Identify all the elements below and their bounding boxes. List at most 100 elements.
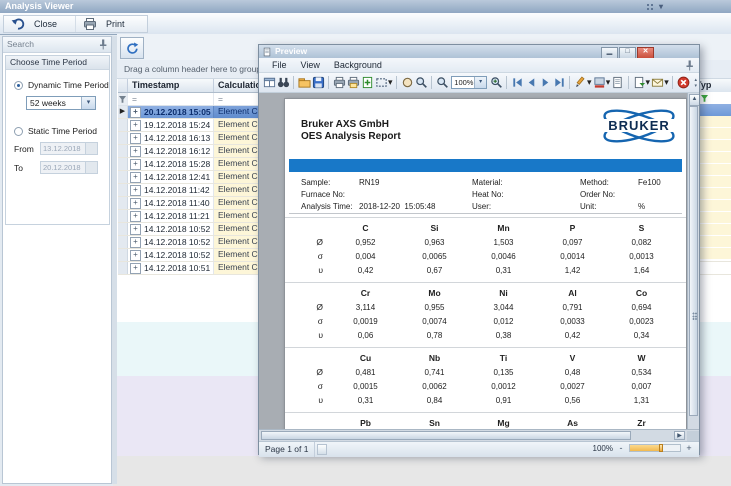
horizontal-scrollbar[interactable]: ▶ [259, 429, 699, 441]
zoom-out-button[interactable]: - [617, 443, 625, 453]
zoom-combo[interactable]: 100% ▾ [451, 76, 487, 89]
expand-icon[interactable] [130, 133, 141, 144]
timestamp-cell[interactable]: 14.12.2018 16:13 [128, 132, 214, 144]
print-button[interactable] [332, 75, 346, 90]
magnifier-icon [415, 76, 428, 89]
chevron-down-icon[interactable]: ▾ [474, 77, 486, 88]
menu-item[interactable]: Background [327, 58, 389, 72]
element-symbol: Mg [469, 418, 538, 428]
last-page-button[interactable] [552, 75, 566, 90]
scrollbar-thumb[interactable] [689, 106, 698, 416]
menu-item[interactable]: View [294, 58, 327, 72]
columns-icon [263, 76, 276, 89]
scale-button[interactable]: ▾ [374, 75, 393, 90]
element-value: 0,955 [400, 303, 469, 312]
element-value: 0,42 [331, 266, 400, 275]
zoom-in-button[interactable]: + [685, 443, 693, 453]
timestamp-cell[interactable]: 20.12.2018 15:05 [128, 106, 214, 118]
element-symbol: Pb [331, 418, 400, 428]
preview-titlebar[interactable]: Preview ▁ □ ✕ [259, 45, 699, 58]
expand-icon[interactable] [130, 237, 141, 248]
static-time-period-option[interactable]: Static Time Period [14, 126, 109, 136]
pin-icon[interactable] [98, 39, 108, 50]
hand-tool-button[interactable] [400, 75, 414, 90]
radio-selected-icon[interactable] [14, 81, 23, 90]
page-setup-button[interactable] [360, 75, 374, 90]
export-button[interactable]: ▾ [632, 75, 651, 90]
from-date-row: From 13.12.2018 [14, 142, 109, 155]
magnifier-button[interactable] [414, 75, 428, 90]
toolbar-overflow-button[interactable]: ▴▾ [692, 75, 699, 90]
vertical-scrollbar[interactable]: ▲ [687, 93, 699, 429]
background-color-button[interactable]: ▾ [592, 75, 611, 90]
from-date-field[interactable]: 13.12.2018 [40, 142, 98, 155]
expand-icon[interactable] [130, 172, 141, 183]
filter-funnel-icon[interactable] [118, 93, 128, 105]
refresh-button[interactable] [120, 37, 144, 59]
radio-unselected-icon[interactable] [14, 127, 23, 136]
next-page-button[interactable] [538, 75, 552, 90]
panel-splitter[interactable] [112, 36, 117, 484]
expand-icon[interactable] [130, 198, 141, 209]
save-button[interactable] [311, 75, 325, 90]
page-layout-button[interactable] [262, 75, 276, 90]
expand-icon[interactable] [130, 120, 141, 131]
timestamp-cell[interactable]: 14.12.2018 10:52 [128, 249, 214, 261]
previous-page-button[interactable] [524, 75, 538, 90]
zoom-slider[interactable] [629, 444, 681, 452]
stat-label: υ [285, 330, 331, 340]
toolbar-options[interactable]: ▾ [646, 1, 663, 12]
calendar-button[interactable] [85, 143, 97, 154]
close-button[interactable]: Close [4, 16, 75, 32]
pin-icon[interactable] [685, 60, 694, 71]
page-view-button[interactable] [611, 75, 625, 90]
scrollbar-thumb[interactable] [261, 431, 631, 440]
zoom-slider-knob[interactable] [659, 444, 663, 452]
zoom-in-button[interactable] [489, 75, 503, 90]
expand-icon[interactable] [130, 211, 141, 222]
expand-icon[interactable] [130, 146, 141, 157]
print-button[interactable]: Print [75, 16, 147, 32]
timestamp-cell[interactable]: 19.12.2018 15:24 [128, 119, 214, 131]
expand-icon[interactable] [130, 185, 141, 196]
scroll-up-icon[interactable]: ▲ [689, 94, 699, 106]
timestamp-cell[interactable]: 14.12.2018 10:52 [128, 236, 214, 248]
chevron-down-icon[interactable]: ▾ [81, 97, 95, 109]
expand-icon[interactable] [130, 250, 141, 261]
find-button[interactable] [276, 75, 290, 90]
timestamp-column-header[interactable]: Timestamp [128, 79, 214, 92]
timestamp-cell[interactable]: 14.12.2018 12:41 [128, 171, 214, 183]
folder-icon [298, 76, 311, 89]
open-button[interactable] [297, 75, 311, 90]
timestamp-cell[interactable]: 14.12.2018 11:40 [128, 197, 214, 209]
timestamp-cell[interactable]: 14.12.2018 15:28 [128, 158, 214, 170]
to-date-field[interactable]: 20.12.2018 [40, 161, 98, 174]
scroll-right-icon[interactable]: ▶ [674, 431, 685, 440]
timestamp-cell[interactable]: 14.12.2018 11:21 [128, 210, 214, 222]
watermark-button[interactable]: ▾ [573, 75, 592, 90]
send-email-button[interactable]: ▾ [651, 75, 670, 90]
calendar-button[interactable] [85, 162, 97, 173]
dynamic-time-period-option[interactable]: Dynamic Time Period [14, 80, 109, 90]
document-area: Bruker AXS GmbH OES Analysis Report BRUK… [259, 93, 699, 429]
timestamp-cell[interactable]: 14.12.2018 10:52 [128, 223, 214, 235]
timestamp-cell[interactable]: 14.12.2018 11:42 [128, 184, 214, 196]
weeks-dropdown[interactable]: 52 weeks ▾ [26, 96, 96, 110]
typ-column-header[interactable]: Typ [695, 79, 731, 92]
expand-icon[interactable] [130, 107, 141, 118]
first-page-button[interactable] [510, 75, 524, 90]
element-value: 0,741 [400, 368, 469, 377]
expand-icon[interactable] [130, 224, 141, 235]
expand-icon[interactable] [130, 263, 141, 274]
element-header-row: CrMoNiAlCo [285, 286, 686, 300]
timestamp-cell[interactable]: 14.12.2018 16:12 [128, 145, 214, 157]
print-direct-button[interactable] [346, 75, 360, 90]
menu-item[interactable]: File [265, 58, 294, 72]
typ-selected-cell[interactable] [695, 104, 731, 116]
exit-preview-button[interactable] [676, 75, 690, 90]
zoom-out-button[interactable] [435, 75, 449, 90]
expand-icon[interactable] [130, 159, 141, 170]
zoom-combo-value: 100% [452, 77, 474, 88]
timestamp-cell[interactable]: 14.12.2018 10:51 [128, 262, 214, 274]
timestamp-filter-cell[interactable]: = [128, 93, 214, 105]
